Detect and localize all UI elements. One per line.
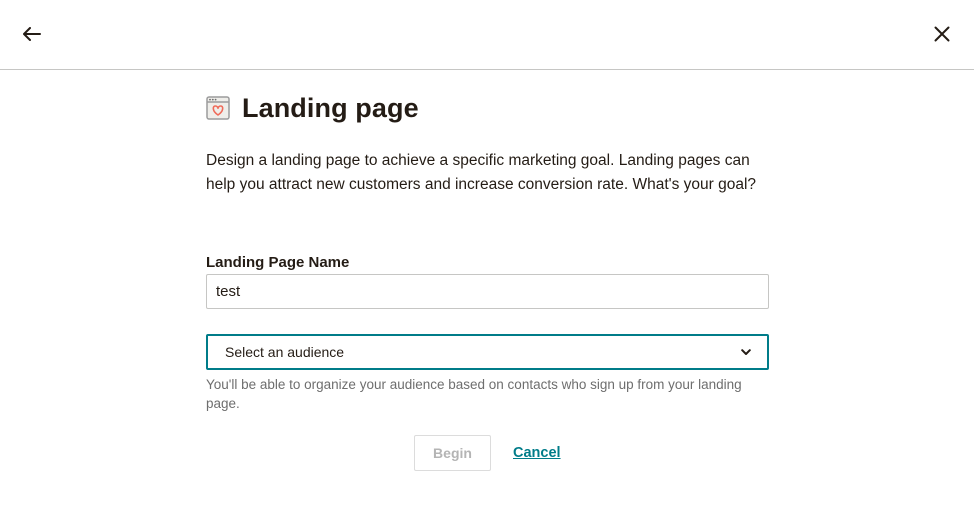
audience-select-value: Select an audience — [225, 344, 345, 360]
close-icon — [934, 26, 950, 42]
chevron-down-icon — [741, 348, 751, 355]
landing-page-name-input[interactable] — [206, 274, 769, 309]
audience-select[interactable]: Select an audience — [206, 334, 769, 370]
back-button[interactable] — [18, 20, 46, 48]
landing-page-heart-icon — [206, 96, 230, 120]
begin-button[interactable]: Begin — [414, 435, 491, 471]
form-actions: Begin Cancel — [414, 435, 561, 471]
page-title: Landing page — [242, 93, 419, 123]
top-bar — [0, 0, 974, 70]
name-field-label: Landing Page Name — [206, 254, 350, 271]
page-description: Design a landing page to achieve a speci… — [206, 152, 757, 193]
arrow-left-icon — [23, 27, 41, 41]
title-row: Landing page — [206, 92, 419, 124]
close-button[interactable] — [928, 20, 956, 48]
cancel-link[interactable]: Cancel — [513, 445, 561, 461]
audience-helper-text: You'll be able to organize your audience… — [206, 377, 742, 411]
